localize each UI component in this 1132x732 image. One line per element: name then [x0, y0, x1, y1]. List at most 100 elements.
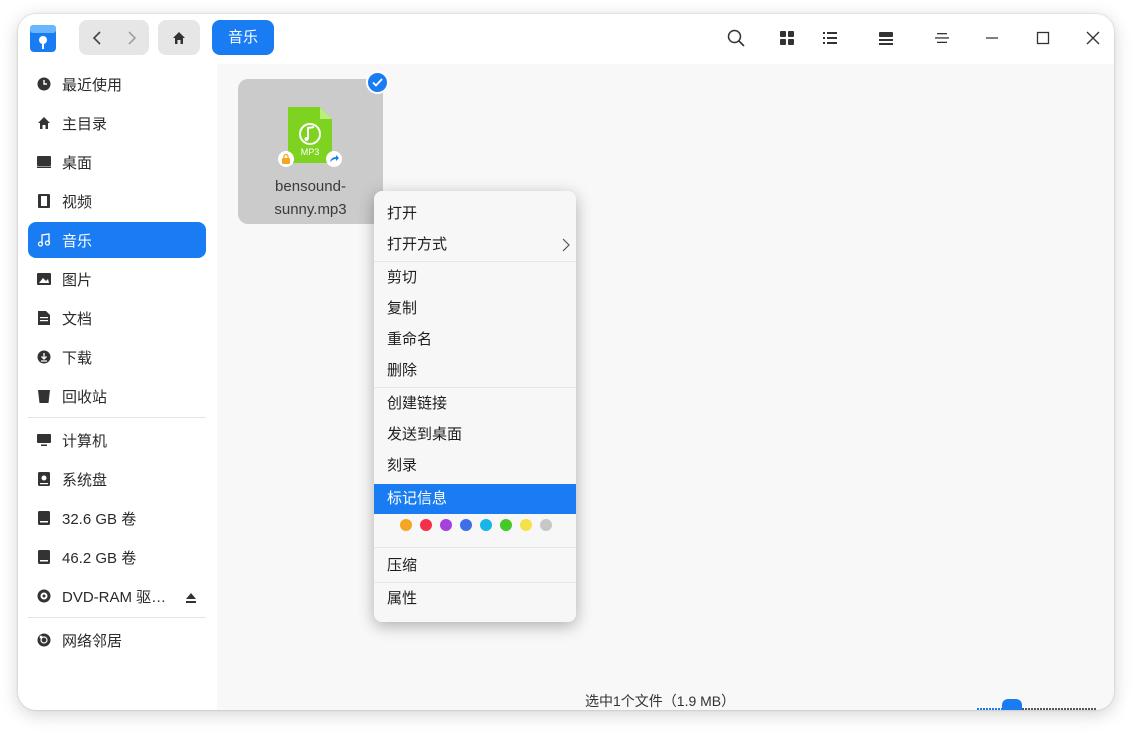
sidebar-item-system-disk[interactable]: 系统盘 — [28, 461, 206, 497]
minimize-icon[interactable] — [980, 26, 1004, 50]
menu-item-compress[interactable]: 压缩 — [374, 551, 576, 581]
sidebar-item-volume-46[interactable]: 46.2 GB 卷 — [28, 539, 206, 575]
eject-icon[interactable] — [186, 590, 196, 607]
sidebar-item-network[interactable]: 网络邻居 — [28, 622, 206, 658]
drive-icon — [36, 510, 52, 526]
tag-color-cyan[interactable] — [480, 519, 492, 531]
close-icon[interactable] — [1081, 26, 1105, 50]
menu-item-open-with[interactable]: 打开方式 — [374, 230, 576, 260]
sidebar-item-label: 网络邻居 — [62, 632, 123, 650]
nav-button-group — [79, 20, 149, 55]
chevron-right-icon — [562, 238, 570, 252]
sidebar-item-label: 图片 — [62, 271, 93, 289]
sidebar-item-desktop[interactable]: 桌面 — [28, 144, 206, 180]
sidebar-item-volume-32[interactable]: 32.6 GB 卷 — [28, 500, 206, 536]
menu-item-tag-info[interactable]: 标记信息 — [374, 484, 576, 514]
sidebar-item-downloads[interactable]: 下载 — [28, 339, 206, 375]
picture-icon — [36, 271, 52, 287]
sidebar-item-label: 文档 — [62, 310, 93, 328]
menu-item-copy[interactable]: 复制 — [374, 294, 576, 324]
lock-icon — [278, 151, 294, 167]
sidebar-divider — [28, 417, 206, 418]
home-button[interactable] — [158, 20, 200, 55]
maximize-icon[interactable] — [1031, 26, 1055, 50]
menu-icon[interactable] — [930, 26, 954, 50]
file-name-line-1: bensound- — [275, 178, 346, 195]
title-bar: 音乐 — [18, 14, 1114, 64]
sidebar-item-label: 46.2 GB 卷 — [62, 549, 137, 567]
trash-icon — [36, 388, 52, 404]
menu-separator — [374, 547, 576, 548]
icon-size-slider[interactable] — [977, 699, 1097, 710]
tag-color-purple[interactable] — [440, 519, 452, 531]
tag-color-blue[interactable] — [460, 519, 472, 531]
sidebar-item-label: 主目录 — [62, 115, 108, 133]
menu-item-create-link[interactable]: 创建链接 — [374, 389, 576, 419]
document-icon — [36, 310, 52, 326]
forward-button[interactable] — [114, 20, 149, 55]
tag-color-yellow[interactable] — [520, 519, 532, 531]
share-link-icon — [326, 151, 342, 167]
computer-icon — [36, 432, 52, 448]
file-manager-window: 音乐 最近使用 主目录 桌面 视频 音乐 图片 文档 下载 回收站 计算机 系统… — [18, 14, 1114, 710]
sidebar-item-recent[interactable]: 最近使用 — [28, 66, 206, 102]
sidebar-item-label: 音乐 — [62, 232, 93, 250]
menu-separator — [374, 387, 576, 388]
menu-item-cut[interactable]: 剪切 — [374, 263, 576, 293]
sidebar-item-video[interactable]: 视频 — [28, 183, 206, 219]
menu-item-send-to-desktop[interactable]: 发送到桌面 — [374, 420, 576, 450]
sidebar-item-trash[interactable]: 回收站 — [28, 378, 206, 414]
menu-item-label: 打开方式 — [387, 236, 448, 253]
video-icon — [36, 193, 52, 209]
sidebar-item-label: 系统盘 — [62, 471, 108, 489]
chevron-left-icon — [92, 30, 101, 45]
sidebar-item-music[interactable]: 音乐 — [28, 222, 206, 258]
home-icon — [36, 115, 52, 131]
list-view-icon[interactable] — [818, 26, 842, 50]
tag-color-gray[interactable] — [540, 519, 552, 531]
tag-color-orange[interactable] — [400, 519, 412, 531]
menu-item-properties[interactable]: 属性 — [374, 584, 576, 614]
file-item[interactable]: MP3 bensound- sunny.mp3 — [238, 79, 383, 224]
tag-color-green[interactable] — [500, 519, 512, 531]
chevron-right-icon — [127, 30, 136, 45]
system-disk-icon — [36, 471, 52, 487]
sidebar-item-computer[interactable]: 计算机 — [28, 422, 206, 458]
download-icon — [36, 349, 52, 365]
sidebar-item-label: 下载 — [62, 349, 93, 367]
sidebar-item-pictures[interactable]: 图片 — [28, 261, 206, 297]
menu-separator — [374, 261, 576, 262]
desktop-icon — [36, 154, 52, 170]
tag-color-row — [400, 519, 552, 531]
sidebar-item-label: 32.6 GB 卷 — [62, 510, 137, 528]
status-text: 选中1个文件（1.9 MB） — [585, 693, 736, 709]
search-icon[interactable] — [724, 26, 748, 50]
app-logo-icon[interactable] — [28, 22, 58, 54]
mp3-file-icon: MP3 — [288, 107, 332, 163]
menu-item-burn[interactable]: 刻录 — [374, 451, 576, 481]
icon-view-icon[interactable] — [775, 26, 799, 50]
drive-icon — [36, 549, 52, 565]
file-type-badge: MP3 — [300, 147, 320, 157]
sidebar-divider — [28, 617, 206, 618]
menu-item-rename[interactable]: 重命名 — [374, 325, 576, 355]
sidebar-item-label: 视频 — [62, 193, 93, 211]
optical-drive-icon — [36, 588, 52, 604]
sidebar-item-label: DVD-RAM 驱… — [62, 588, 167, 606]
breadcrumb-current[interactable]: 音乐 — [212, 20, 275, 55]
network-icon — [36, 632, 52, 648]
context-menu: 打开 打开方式 剪切 复制 重命名 删除 创建链接 发送到桌面 刻录 标记信息 … — [374, 191, 576, 622]
sidebar-item-documents[interactable]: 文档 — [28, 300, 206, 336]
detail-view-icon[interactable] — [874, 26, 898, 50]
recent-icon — [36, 76, 52, 92]
menu-separator — [374, 582, 576, 583]
sidebar-item-dvd-drive[interactable]: DVD-RAM 驱… — [28, 578, 206, 614]
menu-item-open[interactable]: 打开 — [374, 199, 576, 229]
music-icon — [36, 232, 52, 248]
menu-item-delete[interactable]: 删除 — [374, 356, 576, 386]
sidebar-item-home[interactable]: 主目录 — [28, 105, 206, 141]
tag-color-red[interactable] — [420, 519, 432, 531]
sidebar-item-label: 最近使用 — [62, 76, 123, 94]
back-button[interactable] — [79, 20, 114, 55]
file-name-line-2: sunny.mp3 — [274, 201, 347, 218]
